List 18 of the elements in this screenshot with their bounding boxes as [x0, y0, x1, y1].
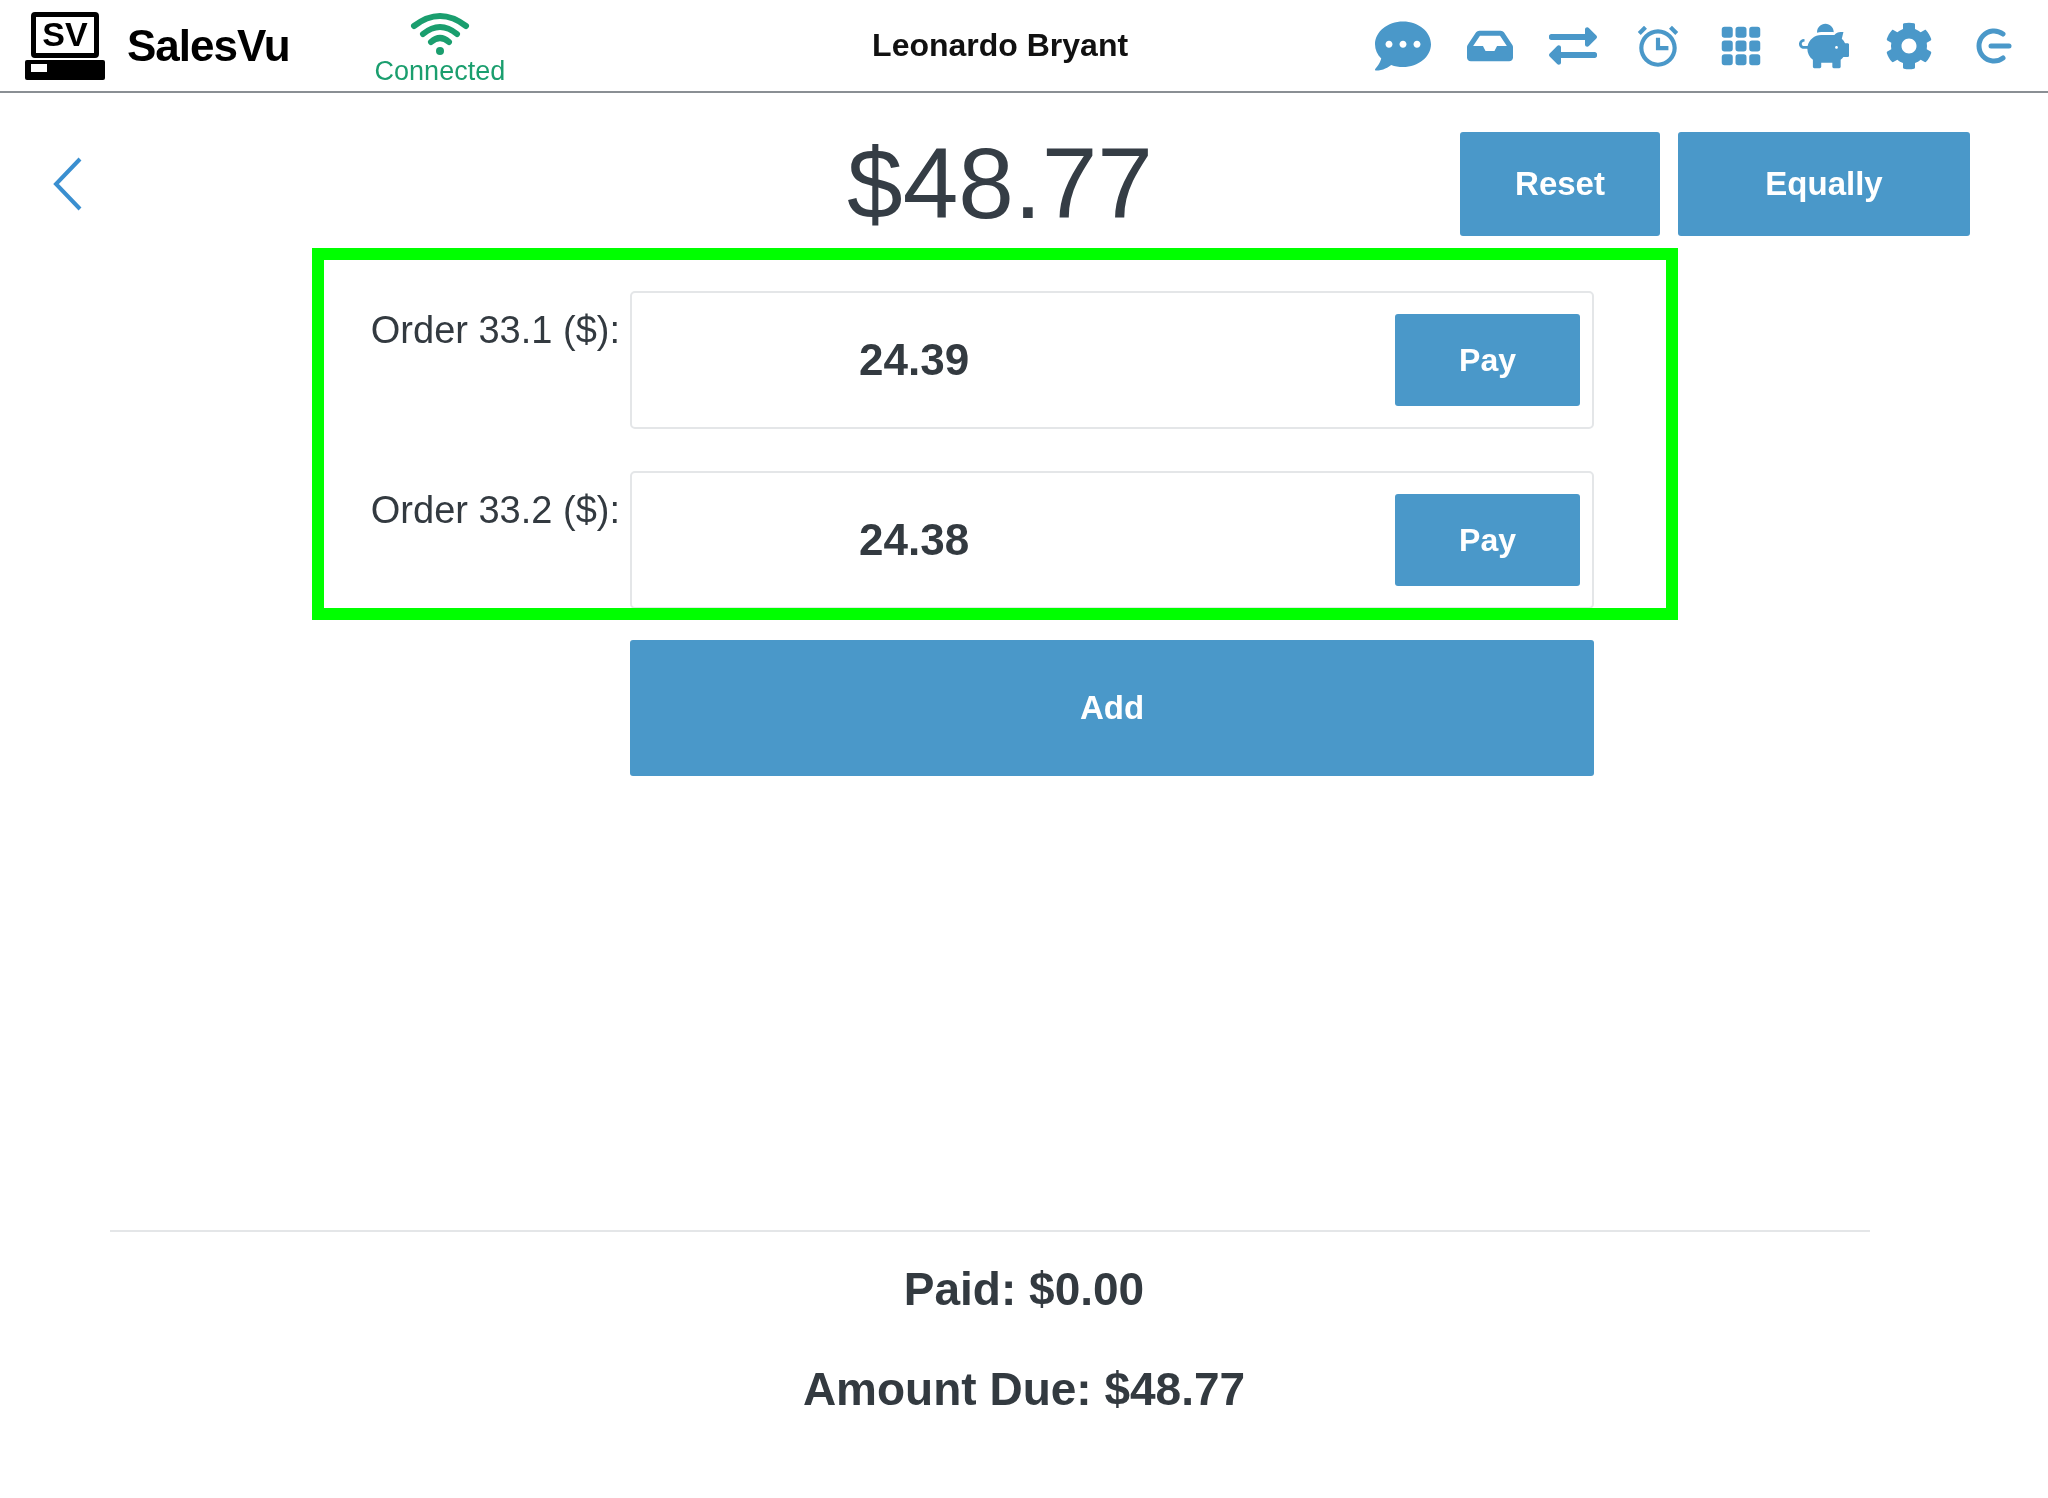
amount-field[interactable]: 24.38 Pay: [630, 471, 1594, 608]
settings-icon[interactable]: [1885, 21, 1933, 70]
connection-status: Connected: [374, 56, 506, 87]
wifi-icon: [409, 12, 470, 56]
total-amount: $48.77: [846, 126, 1153, 241]
pay-button[interactable]: Pay: [1395, 494, 1580, 586]
brand-name: SalesVu: [127, 20, 290, 71]
user-name: Leonardo Bryant: [872, 27, 1129, 64]
add-button[interactable]: Add: [630, 640, 1594, 776]
action-button[interactable]: Reset: [1460, 131, 1660, 236]
amount-due: Amount Due: $48.77: [802, 1362, 1246, 1416]
order-label: Order 33.2 ($):: [369, 489, 620, 532]
back-icon[interactable]: [52, 155, 84, 212]
order-label: Order 33.1 ($):: [369, 309, 620, 352]
paid-amount: Paid: $0.00: [903, 1262, 1145, 1316]
pay-button[interactable]: Pay: [1395, 314, 1580, 406]
amount-field[interactable]: 24.39 Pay: [630, 291, 1594, 429]
action-button[interactable]: Equally: [1678, 131, 1970, 236]
